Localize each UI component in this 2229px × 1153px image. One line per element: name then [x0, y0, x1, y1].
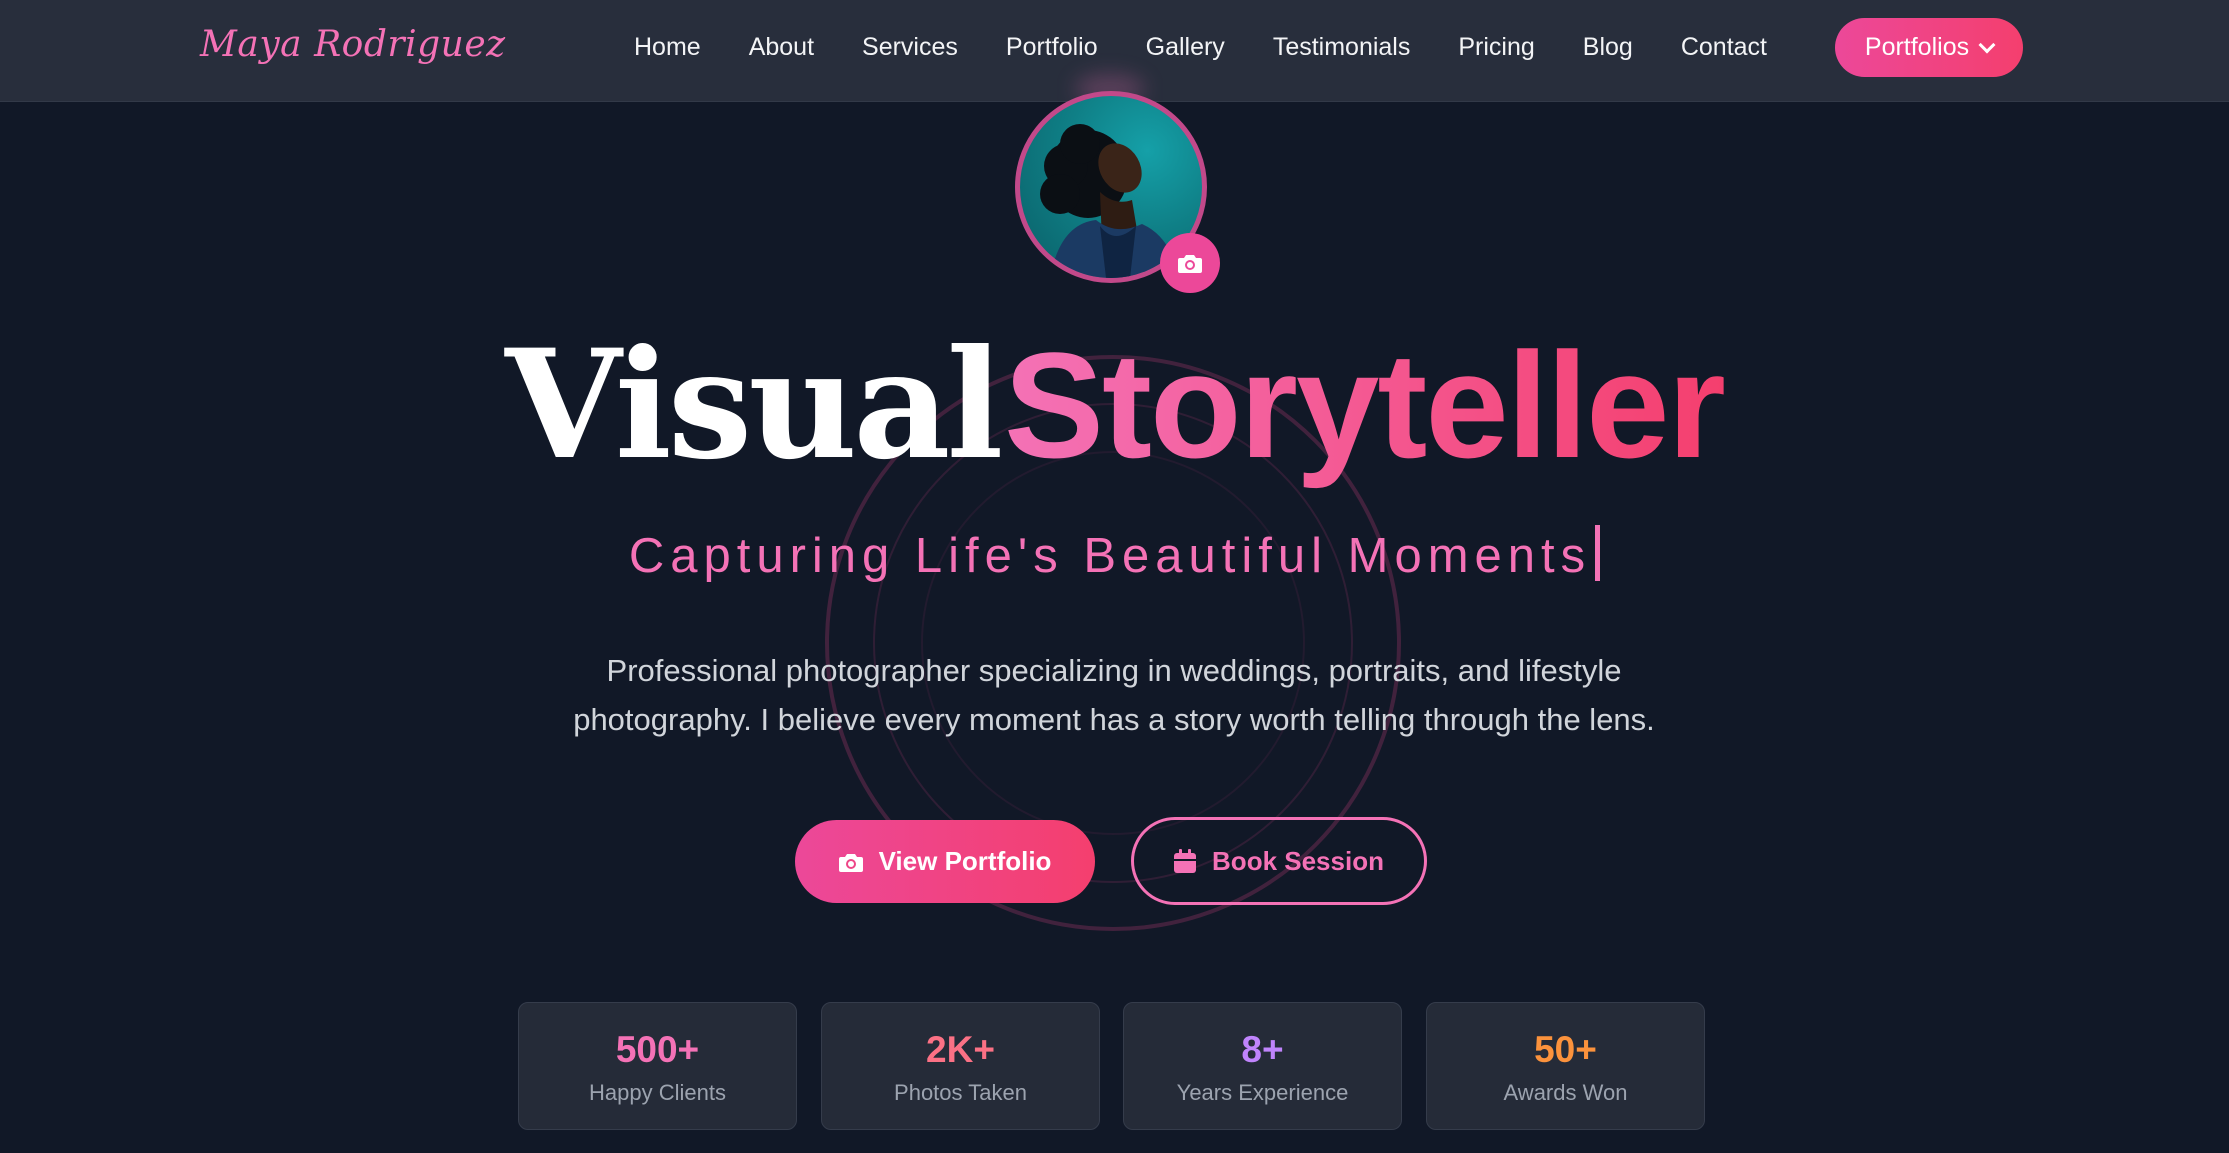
- hero-subtitle-text: Capturing Life's Beautiful Moments: [628, 529, 1592, 583]
- calendar-icon: [1174, 849, 1197, 873]
- stat-card-photos-taken: 2K+ Photos Taken: [821, 1002, 1100, 1130]
- chevron-down-icon: [1978, 36, 1996, 53]
- camera-icon: [1178, 255, 1202, 273]
- stat-value: 50+: [1534, 1029, 1597, 1070]
- stat-card-awards-won: 50+ Awards Won: [1426, 1002, 1705, 1130]
- portfolios-dropdown-label: Portfolios: [1864, 33, 1970, 61]
- view-portfolio-button[interactable]: View Portfolio: [795, 820, 1095, 903]
- book-session-button[interactable]: Book Session: [1131, 817, 1427, 905]
- view-portfolio-label: View Portfolio: [878, 846, 1052, 876]
- hero-description: Professional photographer specializing i…: [573, 653, 1655, 737]
- hero-title-storyteller: Storyteller: [1003, 321, 1726, 489]
- typing-caret: [1595, 525, 1601, 581]
- nav-link-blog[interactable]: Blog: [1583, 33, 1633, 62]
- stat-label: Photos Taken: [894, 1080, 1027, 1105]
- book-session-label: Book Session: [1212, 845, 1384, 876]
- hero-title: Visual Storyteller: [0, 330, 2229, 480]
- stat-card-years-experience: 8+ Years Experience: [1123, 1002, 1402, 1130]
- nav-link-portfolio[interactable]: Portfolio: [1006, 33, 1098, 62]
- nav-link-pricing[interactable]: Pricing: [1458, 33, 1534, 62]
- stat-value: 500+: [615, 1029, 700, 1070]
- stat-label: Awards Won: [1503, 1080, 1628, 1105]
- nav-link-contact[interactable]: Contact: [1681, 33, 1767, 62]
- nav-link-home[interactable]: Home: [634, 33, 701, 62]
- nav-link-services[interactable]: Services: [862, 33, 958, 62]
- stat-value: 8+: [1241, 1029, 1284, 1070]
- nav-links: Home About Services Portfolio Gallery Te…: [634, 0, 1767, 94]
- stat-value: 2K+: [926, 1029, 995, 1070]
- stat-card-happy-clients: 500+ Happy Clients: [518, 1002, 797, 1130]
- camera-badge[interactable]: [1160, 233, 1220, 293]
- hero-subtitle: Capturing Life's Beautiful Moments: [0, 525, 2229, 584]
- stat-label: Years Experience: [1176, 1080, 1349, 1105]
- nav-link-gallery[interactable]: Gallery: [1146, 33, 1225, 62]
- portfolios-dropdown-button[interactable]: Portfolios: [1835, 18, 2023, 77]
- hero-title-visual: Visual: [505, 317, 1003, 493]
- brand-logo[interactable]: Maya Rodriguez: [200, 24, 506, 65]
- camera-icon: [838, 853, 863, 872]
- ring-inner: [921, 451, 1305, 835]
- nav-link-testimonials[interactable]: Testimonials: [1273, 33, 1411, 62]
- nav-link-about[interactable]: About: [749, 33, 814, 62]
- stat-label: Happy Clients: [589, 1080, 726, 1105]
